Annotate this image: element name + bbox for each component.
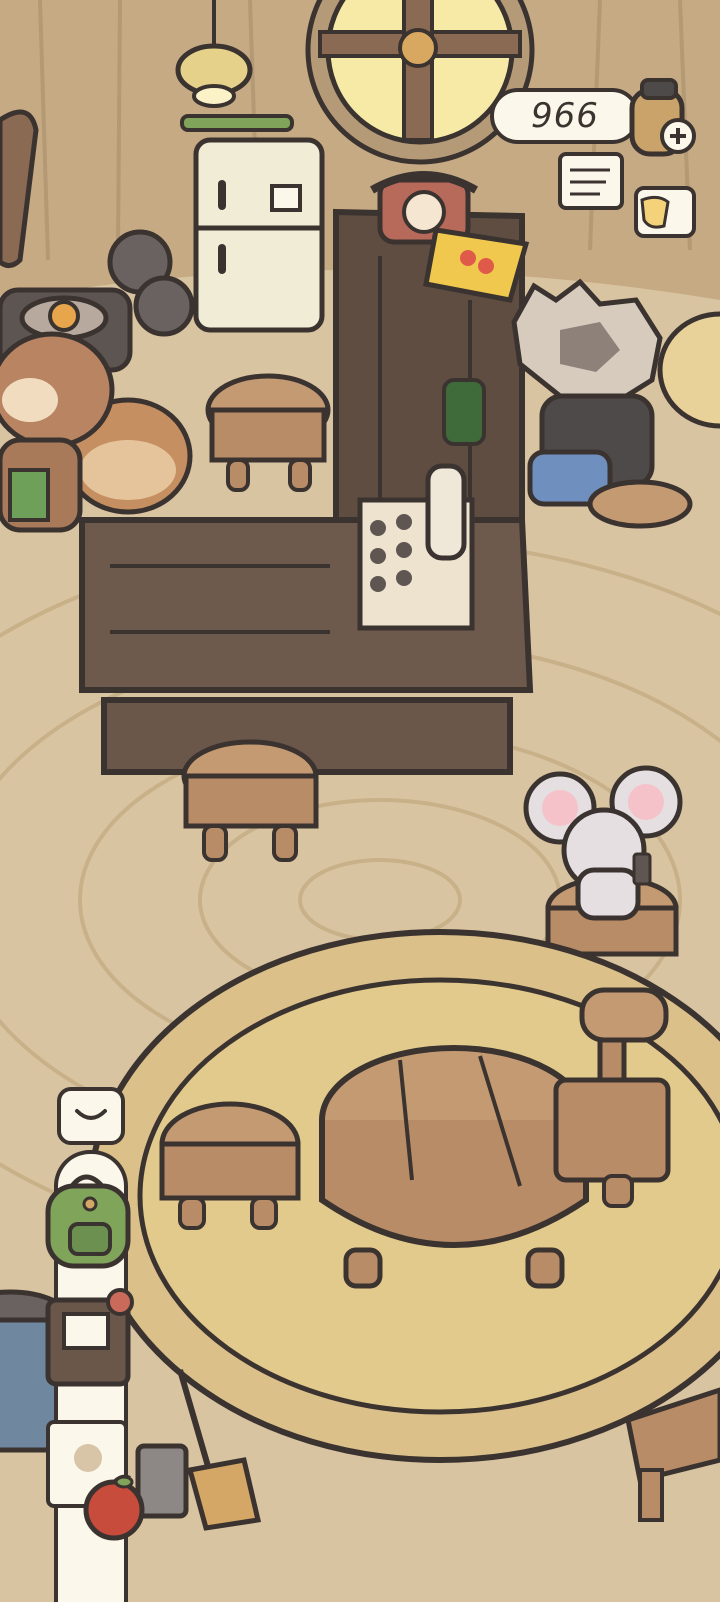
journal-icon[interactable]: [556, 148, 626, 214]
currency-value: 966: [531, 96, 599, 136]
backpack-icon[interactable]: [30, 1164, 140, 1274]
fridge: [180, 114, 325, 333]
recipe-book-icon[interactable]: [34, 1284, 144, 1394]
currency-display[interactable]: 966: [490, 88, 640, 144]
sidebar-panel: [45, 1150, 145, 1602]
plus-icon[interactable]: [628, 78, 708, 170]
chevron-down-icon: [75, 1109, 107, 1120]
sidebar-toggle-button[interactable]: [57, 1087, 125, 1145]
coffee-cup-icon[interactable]: [628, 180, 702, 244]
apple-icon[interactable]: [78, 1470, 150, 1542]
